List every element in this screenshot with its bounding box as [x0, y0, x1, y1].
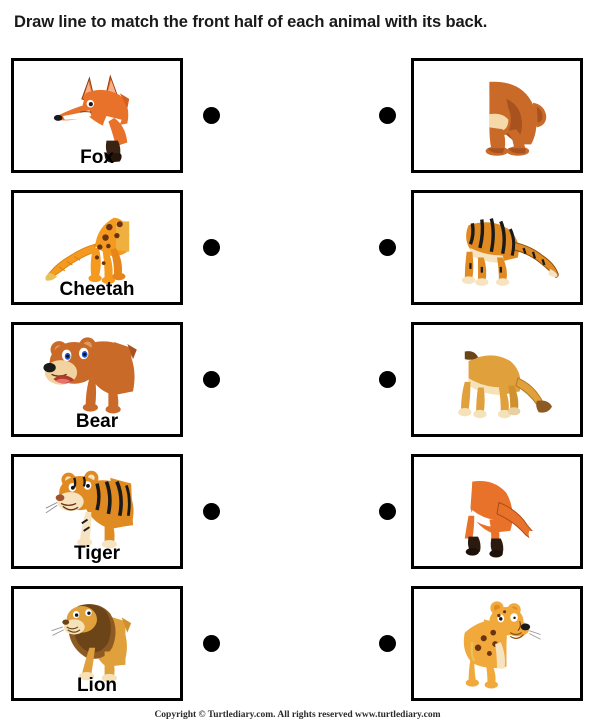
bear-back-half-icon: [414, 61, 580, 170]
fox-back-half-icon: [414, 457, 580, 566]
lion-back-half-icon: [414, 325, 580, 434]
left-card-fox[interactable]: Fox: [11, 58, 183, 173]
connector-dot-right[interactable]: [379, 371, 396, 388]
left-card-bear[interactable]: Bear: [11, 322, 183, 437]
connector-dot-right[interactable]: [379, 239, 396, 256]
match-row: Tiger: [0, 454, 595, 569]
right-card-tiger-back[interactable]: [411, 190, 583, 305]
left-card-lion[interactable]: Lion: [11, 586, 183, 701]
left-card-tiger[interactable]: Tiger: [11, 454, 183, 569]
right-card-lion-back[interactable]: [411, 322, 583, 437]
worksheet-page: Draw line to match the front half of eac…: [0, 0, 595, 725]
connector-dot-right[interactable]: [379, 503, 396, 520]
card-label: Bear: [75, 411, 119, 432]
card-label: Cheetah: [59, 279, 135, 300]
cheetah-front-half-icon: [414, 589, 580, 698]
match-row: Cheetah: [0, 190, 595, 305]
match-row: Fox: [0, 58, 595, 173]
match-row: Bear: [0, 322, 595, 437]
tiger-back-half-icon: [414, 193, 580, 302]
page-title: Draw line to match the front half of eac…: [14, 13, 488, 31]
connector-dot-right[interactable]: [379, 107, 396, 124]
connector-dot-left[interactable]: [203, 503, 220, 520]
right-card-bear-back[interactable]: [411, 58, 583, 173]
card-label: Tiger: [73, 543, 121, 564]
connector-dot-left[interactable]: [203, 371, 220, 388]
card-label: Fox: [80, 147, 114, 168]
match-rows: Fox Cheetah Bear Tiger Lion: [0, 58, 595, 718]
footer-copyright: Copyright © Turtlediary.com. All rights …: [154, 710, 441, 720]
card-label: Lion: [76, 675, 118, 696]
left-card-cheetah[interactable]: Cheetah: [11, 190, 183, 305]
right-card-fox-back[interactable]: [411, 454, 583, 569]
connector-dot-right[interactable]: [379, 635, 396, 652]
connector-dot-left[interactable]: [203, 239, 220, 256]
connector-dot-left[interactable]: [203, 635, 220, 652]
match-row: Lion: [0, 586, 595, 701]
connector-dot-left[interactable]: [203, 107, 220, 124]
right-card-cheetah-front[interactable]: [411, 586, 583, 701]
